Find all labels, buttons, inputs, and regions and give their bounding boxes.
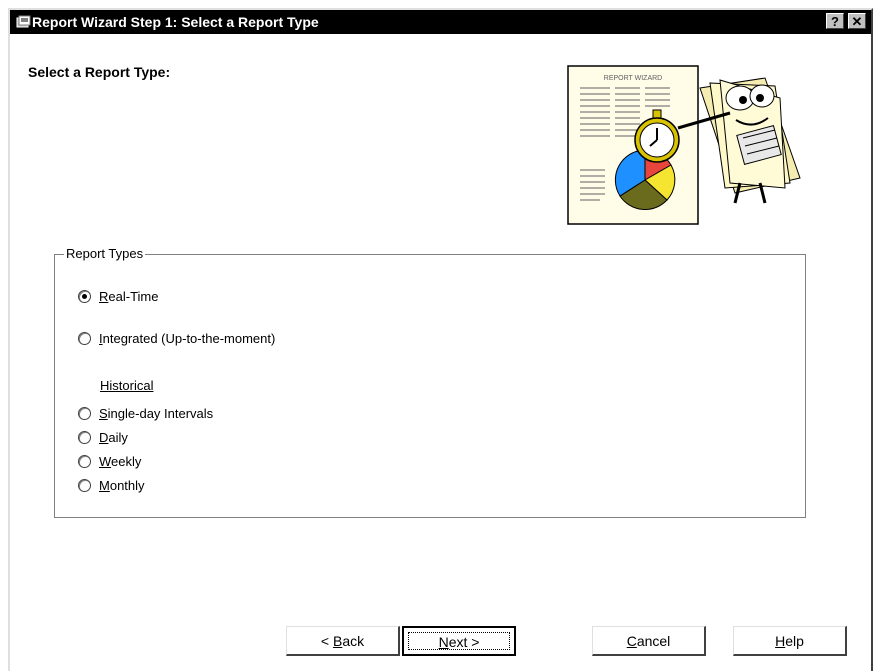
report-wizard-illustration: REPORT WIZARD [567, 65, 801, 225]
title-bar[interactable]: Report Wizard Step 1: Select a Report Ty… [10, 10, 871, 34]
radio-button-selected[interactable] [78, 290, 91, 303]
report-types-legend: Report Types [64, 246, 146, 261]
radio-button[interactable] [78, 479, 91, 492]
radio-weekly[interactable]: Weekly [78, 454, 141, 469]
back-button[interactable]: < Back [286, 626, 400, 656]
report-types-group [54, 254, 806, 518]
radio-label-daily: Daily [99, 430, 128, 445]
focus-rectangle [408, 632, 510, 650]
help-title-button[interactable]: ? [826, 13, 844, 29]
illustration-caption: REPORT WIZARD [604, 75, 662, 82]
radio-real-time[interactable]: Real-Time [78, 289, 158, 304]
wizard-app-icon [16, 15, 31, 28]
radio-integrated[interactable]: Integrated (Up-to-the-moment) [78, 331, 275, 346]
radio-label-weekly: Weekly [99, 454, 142, 469]
radio-button[interactable] [78, 455, 91, 468]
radio-single-day-intervals[interactable]: Single-day Intervals [78, 406, 213, 421]
radio-button[interactable] [78, 431, 91, 444]
close-title-button[interactable]: ✕ [848, 13, 866, 29]
radio-button[interactable] [78, 332, 91, 345]
window-title: Report Wizard Step 1: Select a Report Ty… [32, 14, 319, 30]
page-heading: Select a Report Type: [28, 64, 171, 80]
radio-label-integrated: Integrated (Up-to-the-moment) [99, 331, 276, 346]
radio-label-single-day: Single-day Intervals [99, 406, 214, 421]
radio-monthly[interactable]: Monthly [78, 478, 145, 493]
help-button[interactable]: Help [733, 626, 847, 656]
next-button[interactable]: Next > [402, 626, 516, 656]
radio-label-monthly: Monthly [99, 478, 145, 493]
radio-button[interactable] [78, 407, 91, 420]
stacked-papers-character-icon [699, 77, 801, 204]
historical-heading: Historical [100, 378, 154, 393]
cancel-button[interactable]: Cancel [592, 626, 706, 656]
radio-daily[interactable]: Daily [78, 430, 128, 445]
radio-label-real-time: Real-Time [99, 289, 159, 304]
